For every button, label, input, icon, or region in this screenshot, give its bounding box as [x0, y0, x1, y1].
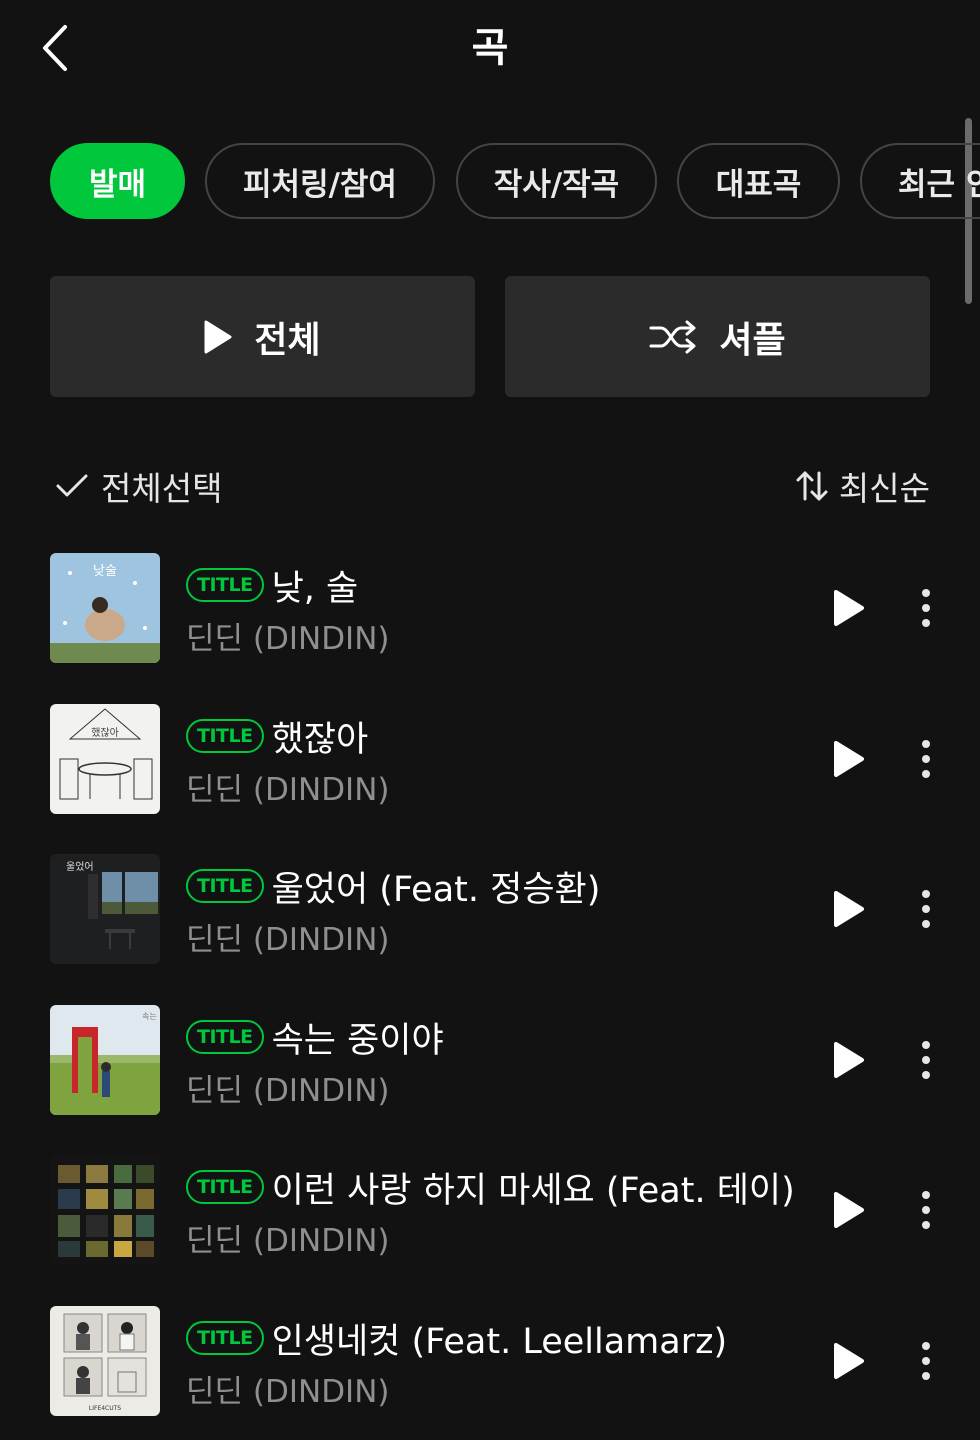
more-options-button[interactable] [910, 1037, 942, 1083]
song-row[interactable]: 낮술 TITLE 낮, 술 딘딘 (DINDIN) [0, 553, 980, 673]
song-row[interactable]: 속는 TITLE 속는 중이야 딘딘 (DINDIN) [0, 1005, 980, 1125]
song-row[interactable]: LIFE4CUTS TITLE 인생네컷 (Feat. Leellamarz) … [0, 1306, 980, 1426]
album-cover[interactable]: 했잖아 [50, 704, 160, 814]
song-artist[interactable]: 딘딘 (DINDIN) [186, 613, 390, 658]
play-icon [834, 590, 864, 626]
sort-arrows-icon [796, 471, 828, 501]
song-title-row: TITLE 울었어 (Feat. 정승환) [186, 862, 600, 910]
svg-text:울었어: 울었어 [66, 861, 94, 873]
play-all-button[interactable]: 전체 [50, 276, 475, 397]
chip-featuring[interactable]: 피처링/참여 [205, 143, 435, 219]
more-vertical-icon [922, 890, 930, 928]
filter-chips: 발매 피처링/참여 작사/작곡 대표곡 최근 인 [50, 143, 980, 219]
more-options-button[interactable] [910, 1187, 942, 1233]
title-badge: TITLE [186, 568, 264, 602]
svg-text:낮술: 낮술 [93, 564, 117, 579]
song-title: 했잖아 [271, 719, 369, 760]
sort-button[interactable]: 최신순 [795, 462, 930, 510]
svg-text:LIFE4CUTS: LIFE4CUTS [89, 1405, 121, 1412]
song-title-row: TITLE 낮, 술 [186, 561, 358, 609]
chip-lyrics-composition[interactable]: 작사/작곡 [456, 143, 657, 219]
play-icon [834, 1192, 864, 1228]
more-vertical-icon [922, 589, 930, 627]
title-badge: TITLE [186, 1020, 264, 1054]
song-title: 인생네컷 (Feat. Leellamarz) [271, 1321, 728, 1362]
album-cover[interactable]: 낮술 [50, 553, 160, 663]
song-artist[interactable]: 딘딘 (DINDIN) [186, 764, 390, 809]
more-vertical-icon [922, 740, 930, 778]
title-badge: TITLE [186, 869, 264, 903]
album-cover[interactable]: 속는 [50, 1005, 160, 1115]
song-title: 낮, 술 [271, 568, 359, 609]
more-options-button[interactable] [910, 736, 942, 782]
more-options-button[interactable] [910, 585, 942, 631]
shuffle-icon [649, 320, 696, 353]
play-button[interactable] [826, 736, 872, 782]
album-cover[interactable]: 울었어 [50, 854, 160, 964]
song-row[interactable]: TITLE 이런 사랑 하지 마세요 (Feat. 테이) 딘딘 (DINDIN… [0, 1155, 980, 1275]
title-badge: TITLE [186, 1321, 264, 1355]
play-icon [204, 320, 232, 353]
song-title: 속는 중이야 [271, 1020, 444, 1061]
shuffle-label: 셔플 [719, 319, 786, 361]
select-all-label: 전체선택 [101, 469, 223, 508]
album-cover[interactable] [50, 1155, 160, 1265]
song-artist[interactable]: 딘딘 (DINDIN) [186, 1366, 390, 1411]
more-vertical-icon [922, 1041, 930, 1079]
shuffle-button[interactable]: 셔플 [505, 276, 930, 397]
title-badge: TITLE [186, 719, 264, 753]
play-all-label: 전체 [254, 319, 321, 361]
play-button[interactable] [826, 886, 872, 932]
more-options-button[interactable] [910, 1338, 942, 1384]
play-button[interactable] [826, 585, 872, 631]
song-title: 울었어 (Feat. 정승환) [271, 869, 601, 910]
song-artist[interactable]: 딘딘 (DINDIN) [186, 914, 390, 959]
svg-text:속는: 속는 [142, 1012, 157, 1021]
check-icon [56, 474, 88, 497]
chip-representative[interactable]: 대표곡 [677, 143, 840, 219]
sort-label: 최신순 [838, 469, 930, 508]
play-icon [834, 741, 864, 777]
album-cover[interactable]: LIFE4CUTS [50, 1306, 160, 1416]
play-icon [834, 1042, 864, 1078]
play-button[interactable] [826, 1187, 872, 1233]
play-icon [834, 1343, 864, 1379]
page-title: 곡 [471, 25, 509, 71]
play-button[interactable] [826, 1037, 872, 1083]
more-vertical-icon [922, 1342, 930, 1380]
song-title-row: TITLE 인생네컷 (Feat. Leellamarz) [186, 1314, 727, 1362]
chip-release[interactable]: 발매 [50, 143, 185, 219]
select-all-button[interactable]: 전체선택 [55, 462, 222, 510]
song-title-row: TITLE 속는 중이야 [186, 1013, 444, 1061]
play-button[interactable] [826, 1338, 872, 1384]
song-title: 이런 사랑 하지 마세요 (Feat. 테이) [271, 1170, 795, 1211]
song-row[interactable]: 했잖아 TITLE 했잖아 딘딘 (DINDIN) [0, 704, 980, 824]
more-vertical-icon [922, 1191, 930, 1229]
play-icon [834, 891, 864, 927]
song-title-row: TITLE 이런 사랑 하지 마세요 (Feat. 테이) [186, 1163, 795, 1211]
song-title-row: TITLE 했잖아 [186, 712, 368, 760]
title-badge: TITLE [186, 1170, 264, 1204]
chip-recent[interactable]: 최근 인 [860, 143, 980, 219]
song-artist[interactable]: 딘딘 (DINDIN) [186, 1065, 390, 1110]
song-row[interactable]: 울었어 TITLE 울었어 (Feat. 정승환) 딘딘 (DINDIN) [0, 854, 980, 974]
song-artist[interactable]: 딘딘 (DINDIN) [186, 1215, 390, 1260]
more-options-button[interactable] [910, 886, 942, 932]
artist-songs-page: 곡 발매 피처링/참여 작사/작곡 대표곡 최근 인 전체 셔플 전체선택 [0, 0, 980, 1440]
svg-text:했잖아: 했잖아 [91, 726, 119, 739]
